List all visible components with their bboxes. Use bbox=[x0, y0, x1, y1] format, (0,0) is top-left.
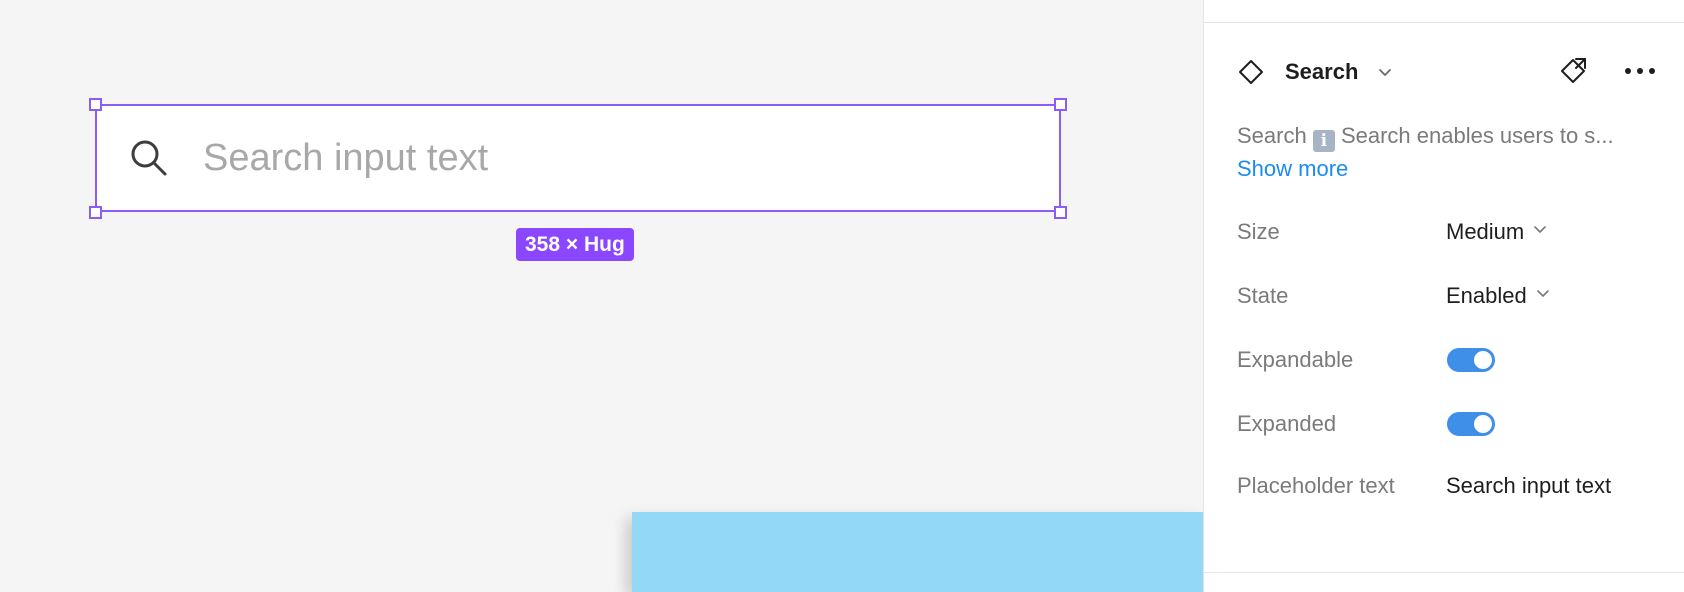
expandable-label: Expandable bbox=[1237, 347, 1354, 372]
component-description: Search i Search enables users to s... bbox=[1237, 122, 1657, 152]
toggle-knob bbox=[1474, 415, 1492, 433]
panel-divider bbox=[1204, 572, 1684, 573]
resize-handle-bottom-right[interactable] bbox=[1054, 206, 1067, 219]
design-canvas[interactable]: Search input text 358 × Hug bbox=[0, 0, 1203, 592]
size-dropdown[interactable]: Medium bbox=[1446, 218, 1548, 246]
size-value: Medium bbox=[1446, 219, 1525, 244]
chevron-down-icon[interactable] bbox=[1376, 63, 1394, 81]
more-horizontal-icon[interactable] bbox=[1620, 56, 1660, 86]
chevron-down-icon bbox=[1536, 290, 1549, 297]
expandable-toggle[interactable] bbox=[1447, 348, 1495, 372]
show-more-link[interactable]: Show more bbox=[1237, 155, 1348, 183]
placeholder-text-label: Placeholder text bbox=[1237, 473, 1395, 498]
panel-divider bbox=[1204, 22, 1684, 23]
info-emoji-icon: i bbox=[1312, 130, 1335, 152]
blue-frame[interactable] bbox=[632, 512, 1203, 592]
component-instance-icon bbox=[1239, 60, 1263, 84]
resize-handle-top-right[interactable] bbox=[1054, 98, 1067, 111]
description-text: Search enables users to s... bbox=[1334, 123, 1614, 148]
dimensions-badge: 358 × Hug bbox=[516, 228, 634, 261]
search-component-instance[interactable]: Search input text bbox=[95, 104, 1061, 212]
resize-handle-bottom-left[interactable] bbox=[89, 206, 102, 219]
description-prefix: Search bbox=[1237, 123, 1313, 148]
placeholder-text-field[interactable]: Search input text bbox=[1446, 470, 1646, 502]
state-value: Enabled bbox=[1446, 283, 1527, 308]
state-dropdown[interactable]: Enabled bbox=[1446, 282, 1551, 310]
expanded-toggle[interactable] bbox=[1447, 412, 1495, 436]
properties-panel: Search Search i Search enables users to … bbox=[1203, 0, 1684, 592]
toggle-knob bbox=[1474, 351, 1492, 369]
go-to-main-component-icon[interactable] bbox=[1557, 55, 1589, 87]
magnifier-icon bbox=[131, 140, 167, 176]
chevron-down-icon bbox=[1534, 226, 1547, 233]
size-label: Size bbox=[1237, 219, 1280, 244]
expanded-label: Expanded bbox=[1237, 411, 1337, 436]
search-placeholder-text: Search input text bbox=[203, 137, 489, 179]
resize-handle-top-left[interactable] bbox=[89, 98, 102, 111]
component-name[interactable]: Search bbox=[1285, 58, 1358, 86]
state-label: State bbox=[1237, 283, 1289, 308]
